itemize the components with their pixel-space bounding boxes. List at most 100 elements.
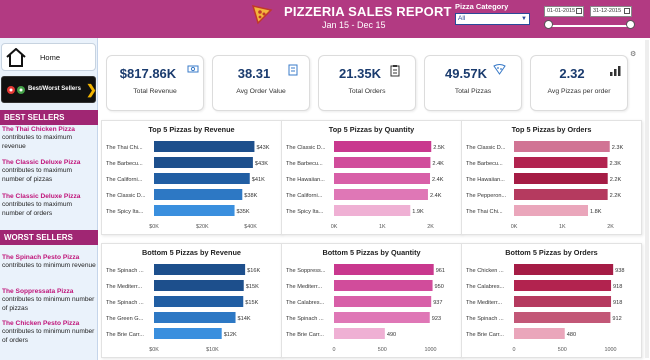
x-tick-label: 1000 [605,347,617,353]
category-label: The Pepperon... [466,193,507,199]
kpi-value: $817.86K [119,66,177,81]
bar[interactable] [334,189,428,200]
category-label: The Brie Carr... [286,332,324,338]
data-label: 2.5K [433,145,445,151]
worst-seller-desc: contributes to minimum number of orders [2,328,95,344]
bar-chart-svg: The Chicken ... 938 The Calabres... 918 The … [466,264,625,353]
category-filter-dropdown[interactable]: All ▼ [455,13,530,25]
bar-chart-svg: The Spinach ... $16K The Mediterr... $15K Th… [106,264,260,353]
bar[interactable] [154,328,222,339]
bar[interactable] [514,280,612,291]
kpi-card-avg-order-value: 38.31 Avg Order Value [212,55,310,111]
chevron-right-icon: ❯ [86,82,97,97]
date-slider-start-handle[interactable] [544,20,553,29]
best-seller-item: The Classic Deluxe Pizza contributes to … [2,193,96,218]
x-tick-label: 1000 [425,347,437,353]
data-label: $41K [252,177,265,183]
best-seller-desc: contributes to maximum number of orders [2,201,72,217]
data-label: 2.4K [430,193,442,199]
bar-chart-svg: The Classic D... 2.3K The Barbecu... 2.3K Th… [466,141,624,230]
best-seller-item: The Classic Deluxe Pizza contributes to … [2,159,96,184]
bar[interactable] [154,189,243,200]
bar[interactable] [334,312,430,323]
start-date-input[interactable]: 01-01-2015 [544,6,584,17]
date-slider-end-handle[interactable] [626,20,635,29]
bar[interactable] [514,173,608,184]
bar[interactable] [334,280,433,291]
worst-seller-name: The Soppressata Pizza [2,288,74,295]
x-tick-label: 500 [378,347,387,353]
bar[interactable] [154,264,246,275]
chevron-down-icon: ▼ [521,16,527,22]
category-label: The Barbecu... [286,161,323,167]
best-seller-item: The Thai Chicken Pizza contributes to ma… [2,126,96,151]
bar[interactable] [334,157,431,168]
best-worst-icon [7,86,25,94]
bar[interactable] [334,264,434,275]
category-label: The Barbecu... [466,161,503,167]
data-label: $12K [224,332,237,338]
bar[interactable] [154,173,250,184]
bar[interactable] [154,157,253,168]
category-label: The Thai Chi... [106,145,143,151]
bar[interactable] [514,157,608,168]
bar[interactable] [334,296,432,307]
kpi-value: 2.32 [559,66,585,81]
best-seller-desc: contributes to maximum revenue [2,134,72,150]
bar[interactable] [334,141,432,152]
nav-home-button[interactable]: Home [1,43,96,71]
data-label: 912 [612,316,621,322]
bar[interactable] [334,205,411,216]
bar[interactable] [154,141,255,152]
bar[interactable] [154,296,244,307]
chart-bottom-quantity: Bottom 5 Pizzas by Quantity The Soppress… [281,243,462,358]
x-tick-label: $0K [149,224,159,230]
worst-seller-name: The Spinach Pesto Pizza [2,254,80,261]
settings-icon[interactable]: ⚙ [630,50,636,58]
category-label: The Spicy Ita... [106,209,144,215]
date-range-subtitle: Jan 15 - Dec 15 [322,20,386,30]
data-label: 2.2K [610,193,622,199]
bar[interactable] [154,280,244,291]
date-slider-track[interactable] [548,25,628,27]
kpi-label: Total Pizzas [454,88,492,95]
x-tick-label: $10K [206,347,219,353]
pizza-icon [251,4,273,25]
bar-chart-svg: The Soppress... 961 The Mediterr... 950 The … [286,264,445,353]
page-scrollbar[interactable] [645,40,649,358]
home-icon [6,48,26,67]
end-date-input[interactable]: 31-12-2015 [590,6,632,17]
sidebar: Home Best/Worst Sellers ❯ BEST SELLERS T… [0,38,98,360]
nav-best-worst-button[interactable]: Best/Worst Sellers ❯ [1,76,97,103]
bar[interactable] [514,296,612,307]
bar[interactable] [514,328,565,339]
calendar-icon[interactable] [576,8,582,14]
bar[interactable] [514,264,614,275]
category-label: The Hawaiian... [286,177,325,183]
kpi-card-total-revenue: $817.86K Total Revenue [106,55,204,111]
end-date-value: 31-12-2015 [593,8,622,14]
kpi-card-total-orders: 21.35K Total Orders [318,55,416,111]
data-label: 2.2K [610,177,622,183]
data-label: 2.4K [432,161,444,167]
bar[interactable] [514,205,588,216]
calendar-icon[interactable] [624,8,630,14]
category-label: The Californi... [286,193,323,199]
category-label: The Thai Chi... [466,209,503,215]
category-label: The Hawaiian... [466,177,505,183]
x-tick-label: 500 [558,347,567,353]
data-label: 2.3K [612,145,624,151]
bar[interactable] [154,312,236,323]
start-date-value: 01-01-2015 [547,8,576,14]
bar[interactable] [514,312,611,323]
bar[interactable] [514,141,610,152]
bar[interactable] [154,205,235,216]
bar[interactable] [334,173,431,184]
category-label: The Californi... [106,177,143,183]
data-label: 923 [432,316,441,322]
chart-top-revenue: Top 5 Pizzas by Revenue The Thai Chi... $… [101,120,282,235]
bar[interactable] [514,189,608,200]
worst-seller-desc: contributes to minimum revenue [2,262,96,270]
bar[interactable] [334,328,385,339]
x-tick-label: 0 [513,347,516,353]
